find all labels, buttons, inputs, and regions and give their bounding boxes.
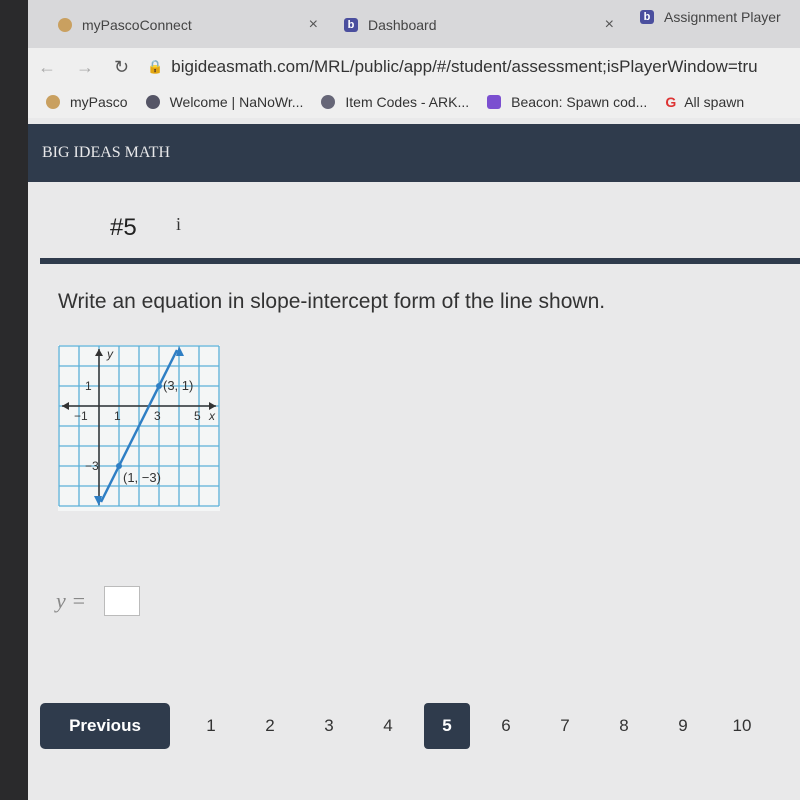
page-10-button[interactable]: 10	[719, 703, 765, 749]
google-icon: G	[665, 94, 677, 110]
bookmark-all-spawn[interactable]: G All spawn	[665, 94, 744, 110]
bookmark-label: Beacon: Spawn cod...	[511, 94, 648, 110]
x-tick-label: 3	[154, 409, 161, 423]
x-tick-label: 1	[114, 409, 121, 423]
tab-mypascoconnect[interactable]: myPascoConnect ×	[58, 8, 318, 42]
previous-button[interactable]: Previous	[40, 703, 170, 749]
browser-window: myPascoConnect × b Dashboard × b Assignment …	[28, 0, 800, 800]
app-header: BIG IDEAS MATH	[28, 124, 800, 182]
back-icon[interactable]: ←	[38, 57, 56, 78]
tab-assignment-player[interactable]: b Assignment Player	[640, 0, 800, 34]
bookmark-beacon[interactable]: Beacon: Spawn cod...	[487, 94, 647, 110]
tab-dashboard[interactable]: b Dashboard ×	[344, 8, 614, 42]
bookmark-label: myPasco	[70, 94, 128, 110]
y-tick-label: −3	[85, 459, 99, 473]
bookmark-nanowrimo[interactable]: Welcome | NaNoWr...	[145, 94, 304, 110]
page-2-button[interactable]: 2	[247, 703, 293, 749]
line-graph: −1 1 3 5 1 −3 x y (3, 1) (1, −3)	[58, 345, 220, 511]
bookmark-label: Welcome | NaNoWr...	[169, 94, 304, 110]
answer-input[interactable]	[104, 586, 141, 616]
page-6-button[interactable]: 6	[483, 703, 529, 749]
answer-label: y =	[56, 588, 87, 613]
nanowrimo-icon	[145, 95, 160, 109]
x-tick-label: 5	[194, 409, 201, 423]
bookmark-item-codes[interactable]: Item Codes - ARK...	[321, 94, 469, 110]
page-8-button[interactable]: 8	[601, 703, 647, 749]
point-label: (3, 1)	[163, 378, 193, 393]
big-ideas-icon: b	[640, 10, 654, 24]
bookmarks-bar: myPasco Welcome | NaNoWr... Item Codes -…	[28, 86, 800, 118]
page-5-button[interactable]: 5	[424, 703, 470, 749]
bookmark-mypasco[interactable]: myPasco	[46, 94, 128, 110]
mypasco-icon	[46, 95, 60, 109]
mypasco-icon	[58, 18, 72, 32]
point-marker	[156, 383, 162, 389]
lock-icon: 🔒	[147, 59, 164, 74]
divider	[40, 258, 800, 264]
beacon-icon	[487, 95, 502, 109]
x-tick-label: −1	[74, 409, 88, 423]
page-4-button[interactable]: 4	[365, 703, 411, 749]
bookmark-label: Item Codes - ARK...	[345, 94, 470, 110]
page-1-button[interactable]: 1	[188, 703, 234, 749]
answer-row: y =	[56, 586, 141, 616]
x-axis-label: x	[208, 409, 216, 423]
big-ideas-icon: b	[344, 18, 358, 32]
close-icon[interactable]: ×	[309, 16, 318, 34]
reload-icon[interactable]: ↻	[114, 57, 129, 78]
pagination: Previous 1 2 3 4 5 6 7 8 9 10	[40, 703, 778, 749]
url-text: bigideasmath.com/MRL/public/app/#/studen…	[171, 57, 758, 76]
tab-label: Assignment Player	[664, 9, 781, 25]
info-icon[interactable]: i	[176, 214, 181, 235]
address-bar[interactable]: ← → ↻ 🔒 bigideasmath.com/MRL/public/app/#/s…	[28, 48, 800, 86]
tab-label: Dashboard	[368, 17, 437, 33]
page-3-button[interactable]: 3	[306, 703, 352, 749]
tab-label: myPascoConnect	[82, 17, 192, 33]
app-title: BIG IDEAS MATH	[42, 144, 170, 161]
page-9-button[interactable]: 9	[660, 703, 706, 749]
close-icon[interactable]: ×	[605, 16, 614, 34]
y-axis-label: y	[106, 347, 114, 361]
page-7-button[interactable]: 7	[542, 703, 588, 749]
point-label: (1, −3)	[123, 470, 161, 485]
point-marker	[116, 463, 122, 469]
forward-icon[interactable]: →	[76, 57, 94, 78]
y-tick-label: 1	[85, 379, 92, 393]
question-number: #5	[110, 214, 137, 241]
bookmark-label: All spawn	[684, 94, 745, 110]
ark-icon	[321, 95, 336, 109]
tab-bar: myPascoConnect × b Dashboard × b Assignment …	[28, 0, 800, 48]
question-prompt: Write an equation in slope-intercept for…	[58, 290, 606, 313]
